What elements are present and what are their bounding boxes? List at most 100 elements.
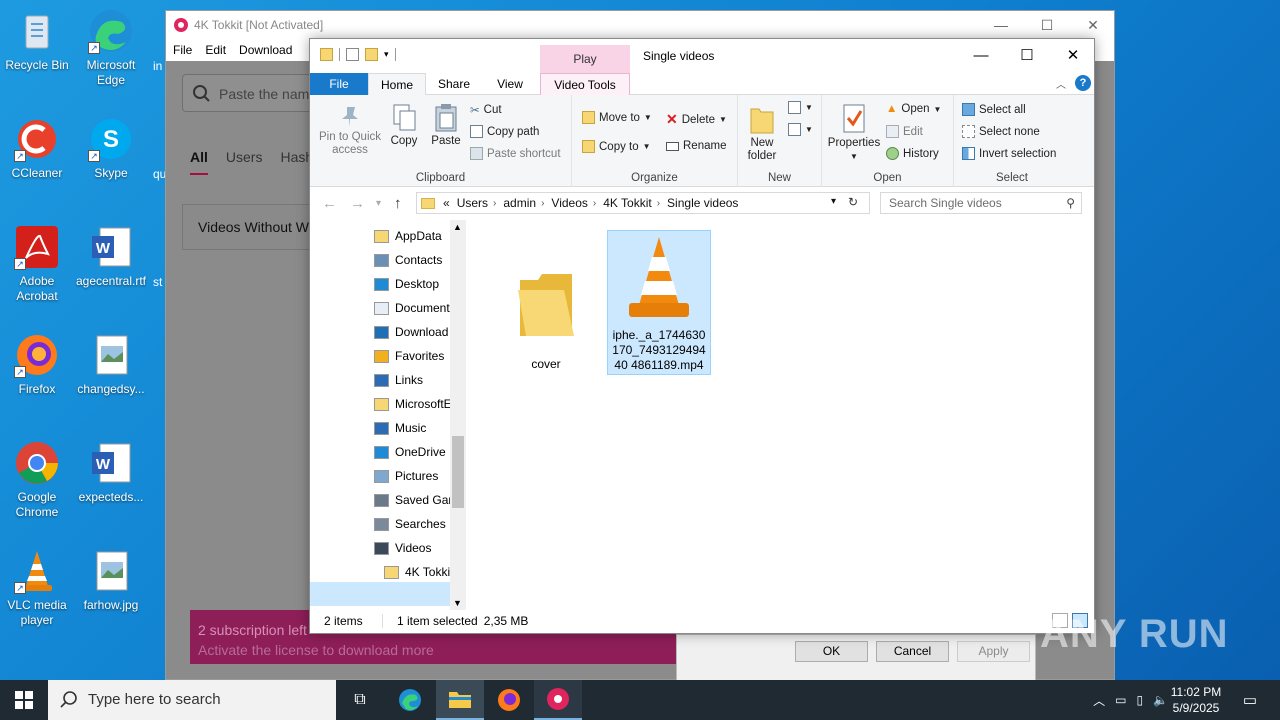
nav-item[interactable]: Pictures: [374, 464, 460, 488]
tokkit-maximize-button[interactable]: ☐: [1024, 11, 1070, 39]
tray-overflow-icon[interactable]: ︿: [1093, 692, 1105, 709]
tab-view[interactable]: View: [488, 73, 532, 95]
clock[interactable]: 11:02 PM 5/9/2025: [1164, 680, 1228, 720]
desktop-icon-ccleaner[interactable]: ↗ CCleaner: [0, 116, 74, 181]
scroll-down-icon[interactable]: ▼: [453, 598, 462, 608]
menu-download[interactable]: Download: [239, 43, 292, 57]
history-button[interactable]: History: [886, 147, 939, 160]
copy-to-button[interactable]: Copy to ▼: [582, 140, 651, 153]
navigation-scrollbar[interactable]: ▲ ▼: [450, 220, 466, 610]
desktop-icon-changedsy[interactable]: changedsy...: [74, 332, 148, 397]
battery-icon[interactable]: ▯: [1136, 693, 1143, 707]
delete-button[interactable]: ✕ Delete ▼: [666, 111, 727, 128]
forward-button[interactable]: →: [350, 195, 365, 212]
move-to-button[interactable]: Move to ▼: [582, 111, 652, 124]
paste-button[interactable]: Paste: [428, 103, 464, 148]
nav-item[interactable]: Saved Gan: [374, 488, 460, 512]
invert-selection-button[interactable]: Invert selection: [962, 147, 1056, 160]
explorer-close-button[interactable]: ✕: [1050, 39, 1096, 73]
taskbar-4k-tokkit[interactable]: [534, 680, 582, 720]
notifications-button[interactable]: ▭: [1226, 680, 1274, 720]
tab-all[interactable]: All: [190, 149, 208, 175]
menu-file[interactable]: File: [173, 43, 192, 57]
breadcrumb-overflow[interactable]: «: [443, 196, 450, 210]
properties-button[interactable]: Properties ▼: [826, 103, 882, 163]
explorer-maximize-button[interactable]: ☐: [1004, 39, 1050, 73]
taskbar-firefox[interactable]: [485, 680, 533, 720]
nav-item[interactable]: Favorites: [374, 344, 460, 368]
ok-button[interactable]: OK: [795, 641, 868, 662]
nav-item[interactable]: Music: [374, 416, 460, 440]
nav-item[interactable]: OneDrive: [374, 440, 460, 464]
edit-button[interactable]: Edit: [886, 125, 923, 138]
new-folder-qa-icon[interactable]: [365, 48, 378, 61]
back-button[interactable]: ←: [322, 195, 337, 212]
breadcrumb-admin[interactable]: admin: [503, 196, 536, 210]
refresh-icon[interactable]: ↻: [848, 195, 858, 209]
cancel-button[interactable]: Cancel: [876, 641, 949, 662]
rename-button[interactable]: Rename: [666, 140, 726, 152]
select-all-button[interactable]: Select all: [962, 103, 1026, 116]
nav-item[interactable]: Contacts: [374, 248, 460, 272]
desktop-icon-recycle-bin[interactable]: Recycle Bin: [0, 8, 74, 73]
nav-item[interactable]: Videos: [374, 536, 460, 560]
desktop-icon-expecteds[interactable]: W expecteds...: [74, 440, 148, 505]
cut-button[interactable]: ✂ Cut: [470, 103, 502, 117]
customize-toolbar-icon[interactable]: ▾: [384, 49, 389, 60]
nav-item[interactable]: AppData: [374, 224, 460, 248]
explorer-minimize-button[interactable]: —: [958, 39, 1004, 73]
new-item-button[interactable]: ▼: [788, 101, 813, 114]
breadcrumb-4k-tokkit[interactable]: 4K Tokkit: [603, 196, 651, 210]
open-button[interactable]: ▲ Open ▼: [886, 103, 941, 115]
desktop-icon-adobe-acrobat[interactable]: ↗ Adobe Acrobat: [0, 224, 74, 304]
new-folder-button[interactable]: New folder: [744, 103, 780, 163]
taskbar-search-box[interactable]: Type here to search: [48, 680, 336, 720]
desktop-icon-vlc[interactable]: ↗ VLC media player: [0, 548, 74, 628]
up-button[interactable]: ↑: [394, 195, 402, 212]
nav-item[interactable]: Desktop: [374, 272, 460, 296]
pin-to-quick-access-button[interactable]: Pin to Quick access: [314, 103, 386, 157]
address-bar[interactable]: « Users › admin › Videos › 4K Tokkit › Singl…: [416, 192, 870, 214]
desktop-icon-google-chrome[interactable]: Google Chrome: [0, 440, 74, 520]
easy-access-button[interactable]: ▼: [788, 123, 813, 136]
scroll-up-icon[interactable]: ▲: [453, 222, 462, 232]
select-none-button[interactable]: Select none: [962, 125, 1040, 138]
paste-shortcut-button[interactable]: Paste shortcut: [470, 147, 561, 160]
tab-video-tools[interactable]: Video Tools: [540, 73, 630, 95]
copy-path-button[interactable]: Copy path: [470, 125, 539, 138]
copy-button[interactable]: Copy: [386, 103, 422, 148]
file-item-folder[interactable]: cover: [498, 266, 594, 371]
tab-file[interactable]: File: [310, 73, 368, 95]
nav-item[interactable]: Download: [374, 320, 460, 344]
taskbar-edge[interactable]: [386, 680, 434, 720]
recent-locations-button[interactable]: ▾: [376, 198, 381, 209]
desktop-icon-microsoft-edge[interactable]: ↗ Microsoft Edge: [74, 8, 148, 88]
nav-item[interactable]: Document: [374, 296, 460, 320]
collapse-ribbon-icon[interactable]: ︿: [1056, 76, 1066, 91]
task-view-button[interactable]: ⧉: [336, 680, 384, 720]
tab-users[interactable]: Users: [226, 149, 263, 175]
tokkit-close-button[interactable]: ✕: [1070, 11, 1116, 39]
menu-edit[interactable]: Edit: [205, 43, 226, 57]
tokkit-minimize-button[interactable]: —: [978, 11, 1024, 39]
breadcrumb-videos[interactable]: Videos: [551, 196, 587, 210]
address-dropdown-icon[interactable]: ▾: [831, 196, 836, 207]
scroll-thumb[interactable]: [452, 436, 464, 508]
breadcrumb-users[interactable]: Users: [457, 196, 488, 210]
search-input[interactable]: Search Single videos ⚲: [880, 192, 1082, 214]
desktop-icon-skype[interactable]: S ↗ Skype: [74, 116, 148, 181]
nav-item[interactable]: Links: [374, 368, 460, 392]
tab-home[interactable]: Home: [368, 73, 426, 96]
taskbar-file-explorer[interactable]: [436, 680, 484, 720]
nav-item[interactable]: Searches: [374, 512, 460, 536]
nav-item[interactable]: MicrosoftE: [374, 392, 460, 416]
start-button[interactable]: [0, 680, 48, 720]
breadcrumb-single-videos[interactable]: Single videos: [667, 196, 738, 210]
tab-share[interactable]: Share: [432, 73, 476, 95]
desktop-icon-farhow[interactable]: farhow.jpg: [74, 548, 148, 613]
desktop-icon-agecentral[interactable]: W agecentral.rtf: [74, 224, 148, 289]
file-item-video-selected[interactable]: iphe._a_1744630170_749312949440 4861189.…: [607, 230, 711, 375]
network-icon[interactable]: ▭: [1115, 693, 1126, 707]
properties-qa-icon[interactable]: [346, 48, 359, 61]
desktop-icon-firefox[interactable]: ↗ Firefox: [0, 332, 74, 397]
